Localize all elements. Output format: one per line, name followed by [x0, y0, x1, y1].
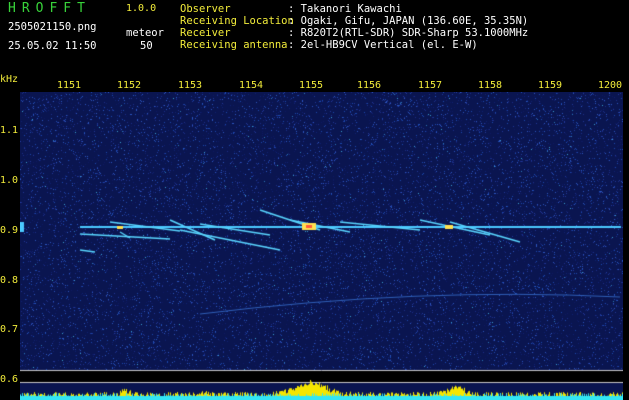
y-tick: 1.1 — [0, 125, 19, 136]
x-tick: 1153 — [177, 80, 203, 91]
meteor-label: meteor — [126, 27, 164, 39]
y-tick: 0.6 — [0, 374, 19, 385]
capture-datetime: 25.05.02 11:50 — [8, 40, 97, 52]
x-tick: 1156 — [356, 80, 382, 91]
app-logo: HROFFT — [8, 1, 91, 16]
antenna-value: : 2el-HB9CV Vertical (el. E-W) — [288, 39, 478, 51]
observer-label: Observer — [180, 3, 231, 15]
y-tick: 0.8 — [0, 275, 19, 286]
location-value: : Ogaki, Gifu, JAPAN (136.60E, 35.35N) — [288, 15, 529, 27]
file-name: 2505021150.png — [8, 21, 97, 33]
header: HROFFT 1.0.0 2505021150.png meteor 25.05… — [0, 0, 629, 72]
y-tick: 1.0 — [0, 175, 19, 186]
x-tick: 1154 — [238, 80, 264, 91]
y-tick: 0.7 — [0, 324, 19, 335]
app-version: 1.0.0 — [126, 3, 157, 14]
axis-unit: kHz — [0, 74, 19, 85]
observer-value: : Takanori Kawachi — [288, 3, 402, 15]
receiver-label: Receiver — [180, 27, 231, 39]
x-tick: 1155 — [298, 80, 324, 91]
x-tick: 1151 — [56, 80, 82, 91]
x-tick: 1157 — [417, 80, 443, 91]
receiver-value: : R820T2(RTL-SDR) SDR-Sharp 53.1000MHz — [288, 27, 529, 39]
x-tick: 1200 — [597, 80, 623, 91]
spectrogram-plot — [20, 92, 623, 400]
meteor-count: 50 — [140, 40, 153, 52]
y-tick: 0.9 — [0, 225, 19, 236]
x-tick: 1152 — [116, 80, 142, 91]
location-label: Receiving Location — [180, 15, 294, 27]
waterfall-spectrogram — [20, 92, 623, 400]
x-tick: 1158 — [477, 80, 503, 91]
antenna-label: Receiving antenna — [180, 39, 288, 51]
x-tick: 1159 — [537, 80, 563, 91]
